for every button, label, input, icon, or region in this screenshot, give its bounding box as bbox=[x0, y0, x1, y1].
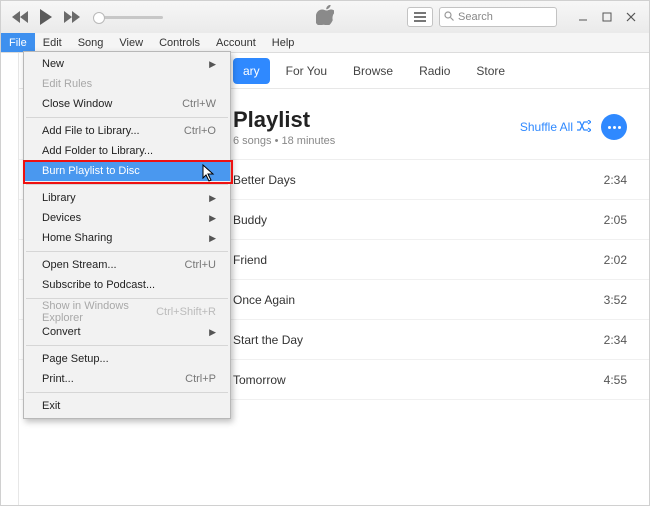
track-duration: 2:02 bbox=[604, 253, 627, 267]
submenu-arrow-icon: ▶ bbox=[209, 193, 216, 204]
menu-item-shortcut: Ctrl+U bbox=[185, 259, 216, 271]
menu-item-label: Open Stream... bbox=[42, 259, 117, 271]
menu-item-label: Add File to Library... bbox=[42, 125, 140, 137]
menu-item-print[interactable]: Print... Ctrl+P bbox=[24, 369, 230, 389]
search-icon bbox=[444, 11, 454, 24]
close-button[interactable] bbox=[619, 7, 643, 27]
menu-item-label: Add Folder to Library... bbox=[42, 145, 153, 157]
menu-item-library[interactable]: Library ▶ bbox=[24, 188, 230, 208]
menu-separator bbox=[26, 392, 228, 393]
menu-item-new[interactable]: New ▶ bbox=[24, 54, 230, 74]
tab-radio[interactable]: Radio bbox=[409, 58, 460, 84]
shuffle-label: Shuffle All bbox=[520, 120, 573, 134]
menu-item-label: Convert bbox=[42, 326, 81, 338]
track-duration: 2:34 bbox=[604, 173, 627, 187]
file-menu-dropdown: New ▶ Edit Rules Close Window Ctrl+W Add File… bbox=[23, 51, 231, 419]
track-name: Tomorrow bbox=[233, 373, 604, 387]
menu-item-add-file-to-library[interactable]: Add File to Library... Ctrl+O bbox=[24, 121, 230, 141]
submenu-arrow-icon: ▶ bbox=[209, 213, 216, 224]
menu-account[interactable]: Account bbox=[208, 33, 264, 52]
menu-item-edit-rules: Edit Rules bbox=[24, 74, 230, 94]
menu-item-show-in-windows-explorer: Show in Windows ExplorerCtrl+Shift+R bbox=[24, 302, 230, 322]
menu-item-shortcut: Ctrl+Shift+R bbox=[156, 306, 216, 318]
menu-item-open-stream[interactable]: Open Stream... Ctrl+U bbox=[24, 255, 230, 275]
tab-store[interactable]: Store bbox=[466, 58, 515, 84]
menu-item-label: Burn Playlist to Disc bbox=[42, 165, 140, 177]
menu-help[interactable]: Help bbox=[264, 33, 303, 52]
next-track-button[interactable] bbox=[63, 11, 81, 23]
shuffle-icon bbox=[577, 120, 591, 135]
menu-item-label: Exit bbox=[42, 400, 60, 412]
track-duration: 3:52 bbox=[604, 293, 627, 307]
track-duration: 4:55 bbox=[604, 373, 627, 387]
menu-item-label: Home Sharing bbox=[42, 232, 112, 244]
menu-item-label: Close Window bbox=[42, 98, 112, 110]
menubar: FileEditSongViewControlsAccountHelp bbox=[1, 33, 649, 53]
tab-library[interactable]: ary bbox=[233, 58, 270, 84]
menu-item-label: Library bbox=[42, 192, 76, 204]
search-input[interactable]: Search bbox=[439, 7, 557, 27]
prev-track-button[interactable] bbox=[11, 11, 29, 23]
window-controls bbox=[571, 7, 643, 27]
menu-item-convert[interactable]: Convert ▶ bbox=[24, 322, 230, 342]
tab-for-you[interactable]: For You bbox=[276, 58, 337, 84]
menu-item-subscribe-to-podcast[interactable]: Subscribe to Podcast... bbox=[24, 275, 230, 295]
search-placeholder: Search bbox=[458, 11, 493, 23]
playlist-subtitle: 6 songs • 18 minutes bbox=[233, 135, 335, 147]
menu-separator bbox=[26, 117, 228, 118]
play-button[interactable] bbox=[39, 9, 53, 25]
menu-item-shortcut: Ctrl+W bbox=[182, 98, 216, 110]
menu-item-label: Devices bbox=[42, 212, 81, 224]
track-duration: 2:05 bbox=[604, 213, 627, 227]
menu-item-shortcut: Ctrl+P bbox=[185, 373, 216, 385]
playback-controls bbox=[11, 9, 81, 25]
menu-item-close-window[interactable]: Close Window Ctrl+W bbox=[24, 94, 230, 114]
menu-item-label: New bbox=[42, 58, 64, 70]
titlebar-right-group: Search bbox=[407, 7, 643, 27]
tab-browse[interactable]: Browse bbox=[343, 58, 403, 84]
track-name: Buddy bbox=[233, 213, 604, 227]
menu-item-home-sharing[interactable]: Home Sharing ▶ bbox=[24, 228, 230, 248]
menu-item-label: Edit Rules bbox=[42, 78, 92, 90]
more-actions-button[interactable] bbox=[601, 114, 627, 140]
apple-logo-icon bbox=[316, 5, 334, 30]
menu-item-exit[interactable]: Exit bbox=[24, 396, 230, 416]
menu-item-label: Subscribe to Podcast... bbox=[42, 279, 155, 291]
track-name: Friend bbox=[233, 253, 604, 267]
menu-item-label: Page Setup... bbox=[42, 353, 109, 365]
playlist-title: Playlist bbox=[233, 107, 335, 133]
minimize-button[interactable] bbox=[571, 7, 595, 27]
menu-view[interactable]: View bbox=[111, 33, 151, 52]
menu-separator bbox=[26, 298, 228, 299]
menu-separator bbox=[26, 251, 228, 252]
menu-file[interactable]: File bbox=[1, 33, 35, 52]
maximize-button[interactable] bbox=[595, 7, 619, 27]
track-name: Better Days bbox=[233, 173, 604, 187]
left-gutter bbox=[1, 53, 19, 505]
list-view-button[interactable] bbox=[407, 7, 433, 27]
menu-item-burn-playlist-to-disc[interactable]: Burn Playlist to Disc bbox=[24, 161, 230, 181]
submenu-arrow-icon: ▶ bbox=[209, 327, 216, 338]
submenu-arrow-icon: ▶ bbox=[209, 59, 216, 70]
shuffle-all-button[interactable]: Shuffle All bbox=[520, 120, 591, 135]
menu-item-devices[interactable]: Devices ▶ bbox=[24, 208, 230, 228]
volume-slider[interactable] bbox=[93, 16, 163, 19]
track-name: Start the Day bbox=[233, 333, 604, 347]
titlebar: Search bbox=[1, 1, 649, 33]
menu-item-shortcut: Ctrl+O bbox=[184, 125, 216, 137]
menu-item-add-folder-to-library[interactable]: Add Folder to Library... bbox=[24, 141, 230, 161]
submenu-arrow-icon: ▶ bbox=[209, 233, 216, 244]
menu-song[interactable]: Song bbox=[70, 33, 112, 52]
menu-separator bbox=[26, 345, 228, 346]
track-duration: 2:34 bbox=[604, 333, 627, 347]
menu-separator bbox=[26, 184, 228, 185]
menu-edit[interactable]: Edit bbox=[35, 33, 70, 52]
menu-item-page-setup[interactable]: Page Setup... bbox=[24, 349, 230, 369]
track-name: Once Again bbox=[233, 293, 604, 307]
menu-controls[interactable]: Controls bbox=[151, 33, 208, 52]
menu-item-label: Print... bbox=[42, 373, 74, 385]
menu-item-label: Show in Windows Explorer bbox=[42, 300, 156, 324]
